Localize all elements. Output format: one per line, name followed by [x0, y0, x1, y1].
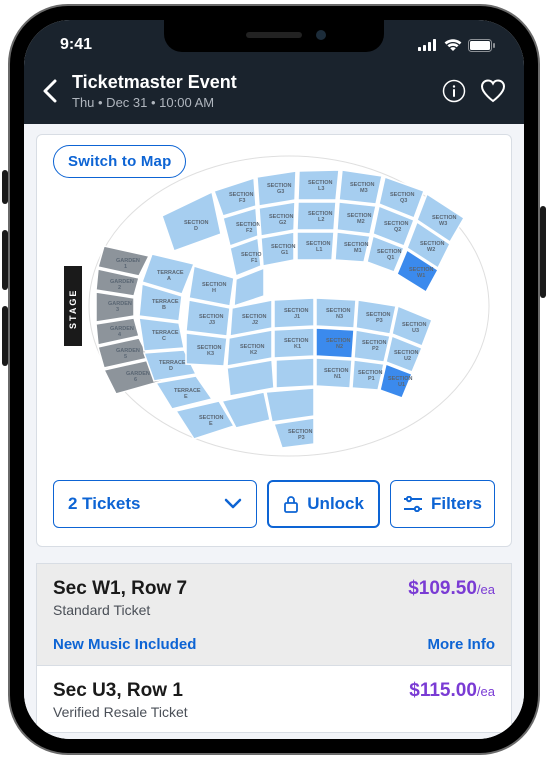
filters-icon	[403, 496, 423, 512]
wifi-icon	[444, 39, 462, 51]
chevron-down-icon	[224, 498, 242, 510]
seating-map[interactable]: .sec{fill:#a6cef0;stroke:#fff;stroke-wid…	[53, 146, 495, 466]
status-icons	[418, 33, 496, 52]
listing-price: $109.50/ea	[408, 578, 495, 600]
info-icon[interactable]	[442, 79, 466, 103]
app-header: Ticketmaster Event Thu • Dec 31 • 10:00 …	[24, 64, 524, 124]
filters-button[interactable]: Filters	[390, 480, 495, 528]
filters-label: Filters	[431, 494, 482, 514]
listing-price: $115.00/ea	[409, 680, 495, 702]
svg-text:STAGE: STAGE	[68, 289, 78, 329]
battery-icon	[468, 39, 496, 52]
status-time: 9:41	[52, 30, 92, 54]
tickets-label: 2 Tickets	[68, 494, 140, 514]
heart-icon[interactable]	[480, 79, 506, 103]
event-subtitle: Thu • Dec 31 • 10:00 AM	[72, 95, 428, 110]
ticket-listing[interactable]: Sec U3, Row 1 Verified Resale Ticket $11…	[36, 666, 512, 733]
back-icon[interactable]	[42, 79, 58, 103]
ticket-quantity-selector[interactable]: 2 Tickets	[53, 480, 257, 528]
listing-extra-info[interactable]: New Music Included	[53, 636, 196, 653]
listing-type: Standard Ticket	[53, 602, 187, 618]
listing-seat: Sec U3, Row 1	[53, 680, 188, 702]
ticket-listing[interactable]: Sec W1, Row 7 Standard Ticket $109.50/ea…	[36, 563, 512, 666]
unlock-button[interactable]: Unlock	[267, 480, 380, 528]
listing-seat: Sec W1, Row 7	[53, 578, 187, 600]
listing-type: Verified Resale Ticket	[53, 704, 188, 720]
switch-map-button[interactable]: Switch to Map	[53, 145, 186, 178]
event-title: Ticketmaster Event	[72, 72, 428, 93]
unlock-label: Unlock	[307, 494, 364, 514]
signal-icon	[418, 39, 438, 51]
switch-map-label: Switch to Map	[68, 153, 171, 170]
lock-icon	[283, 495, 299, 513]
ticket-listings: Sec W1, Row 7 Standard Ticket $109.50/ea…	[36, 563, 512, 733]
seating-map-card: Switch to Map .sec{fill:#a6cef0;stroke:#…	[36, 134, 512, 547]
listing-more-info[interactable]: More Info	[428, 636, 496, 653]
